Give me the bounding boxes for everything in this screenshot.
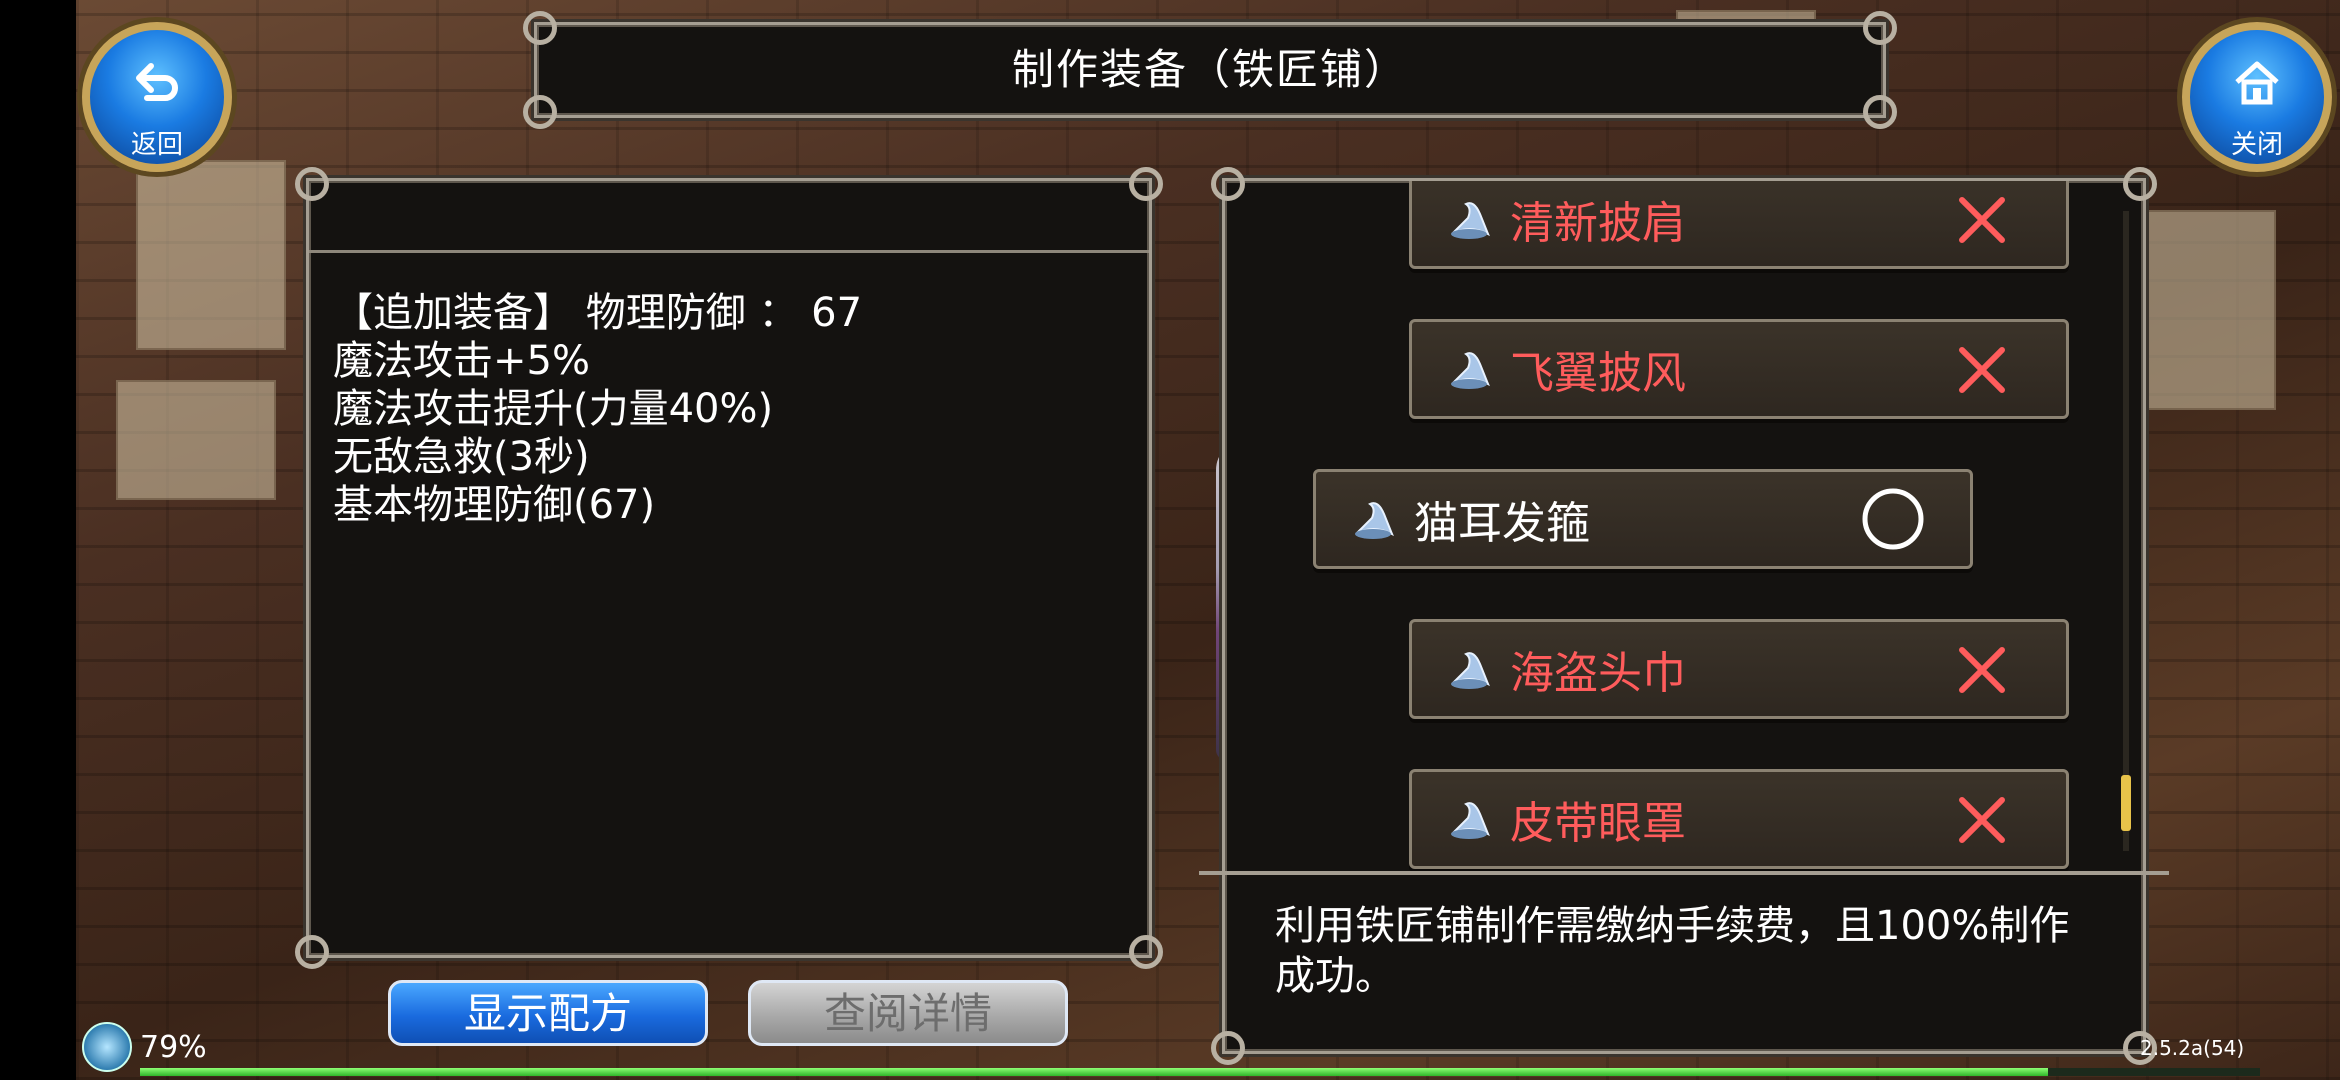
frame-ornament	[1211, 1031, 1245, 1065]
close-button[interactable]: 关闭	[2182, 22, 2332, 172]
wall-notice	[2126, 210, 2276, 410]
x-mark-icon	[1959, 797, 2005, 843]
divider	[1199, 871, 2169, 875]
frame-ornament	[523, 11, 557, 45]
undo-arrow-icon	[136, 63, 178, 101]
scrollbar-track[interactable]	[2123, 211, 2129, 851]
recipe-item-selected[interactable]: 猫耳发箍	[1313, 469, 1973, 569]
recipe-name: 猫耳发箍	[1414, 498, 1590, 549]
wizard-hat-icon	[1442, 642, 1496, 696]
title-bar: 制作装备（铁匠铺）	[523, 11, 1897, 129]
recipe-name: 皮带眼罩	[1510, 798, 1686, 849]
wall-notice	[116, 380, 276, 500]
stat-line: 无敌急救(3秒)	[333, 434, 590, 480]
frame-ornament	[295, 935, 329, 969]
recipe-list-panel: 清新披肩 飞翼披风 猫耳发箍 海盗头巾 皮带眼罩 利用铁匠铺制作需缴纳手续费，且…	[1199, 167, 2169, 1065]
stat-line: 魔法攻击+5%	[333, 338, 590, 384]
stat-line: 魔法攻击提升(力量40%)	[333, 386, 774, 432]
recipe-name: 清新披肩	[1510, 198, 1686, 249]
back-button[interactable]: 返回	[82, 22, 232, 172]
frame-ornament	[1863, 11, 1897, 45]
stat-line: 基本物理防御(67)	[333, 482, 656, 528]
frame-ornament	[1863, 95, 1897, 129]
back-label: 返回	[130, 130, 183, 160]
detail-panel-header	[309, 181, 1149, 253]
stat-line: 【追加装备】 物理防御 ： 67	[333, 290, 863, 336]
home-icon	[2235, 61, 2279, 105]
experience-fill	[140, 1068, 2048, 1076]
item-stats: 【追加装备】 物理防御 ： 67 魔法攻击+5% 魔法攻击提升(力量40%) 无…	[333, 289, 1129, 529]
scrollbar-thumb[interactable]	[2121, 775, 2131, 831]
wizard-hat-icon	[1346, 492, 1400, 546]
wizard-hat-icon	[1442, 792, 1496, 846]
version-label: 2.5.2a(54)	[2140, 1036, 2245, 1060]
wall-notice	[136, 160, 286, 350]
recipe-item[interactable]: 飞翼披风	[1409, 319, 2069, 419]
view-details-button[interactable]: 查阅详情	[748, 980, 1068, 1046]
show-recipe-button[interactable]: 显示配方	[388, 980, 708, 1046]
frame-ornament	[1129, 935, 1163, 969]
wizard-hat-icon	[1442, 342, 1496, 396]
recipe-item[interactable]: 清新披肩	[1409, 181, 2069, 269]
battery-level: 79%	[140, 1030, 207, 1065]
x-mark-icon	[1959, 197, 2005, 243]
x-mark-icon	[1959, 347, 2005, 393]
window-title: 制作装备（铁匠铺）	[1011, 45, 1408, 94]
close-label: 关闭	[2230, 130, 2283, 160]
status-orb-icon	[82, 1022, 132, 1072]
frame-ornament	[523, 95, 557, 129]
recipe-item[interactable]: 海盗头巾	[1409, 619, 2069, 719]
item-detail-panel: 【追加装备】 物理防御 ： 67 魔法攻击+5% 魔法攻击提升(力量40%) 无…	[295, 167, 1163, 969]
crafting-description: 利用铁匠铺制作需缴纳手续费，且100%制作成功。	[1275, 903, 2070, 999]
experience-bar	[140, 1068, 2260, 1076]
x-mark-icon	[1959, 647, 2005, 693]
recipe-name: 飞翼披风	[1510, 348, 1686, 399]
recipe-name: 海盗头巾	[1510, 648, 1686, 699]
recipe-item[interactable]: 皮带眼罩	[1409, 769, 2069, 869]
wizard-hat-icon	[1442, 192, 1496, 246]
circle-mark-icon	[1862, 488, 1924, 550]
recipe-list[interactable]: 清新披肩 飞翼披风 猫耳发箍 海盗头巾 皮带眼罩	[1225, 181, 2143, 871]
